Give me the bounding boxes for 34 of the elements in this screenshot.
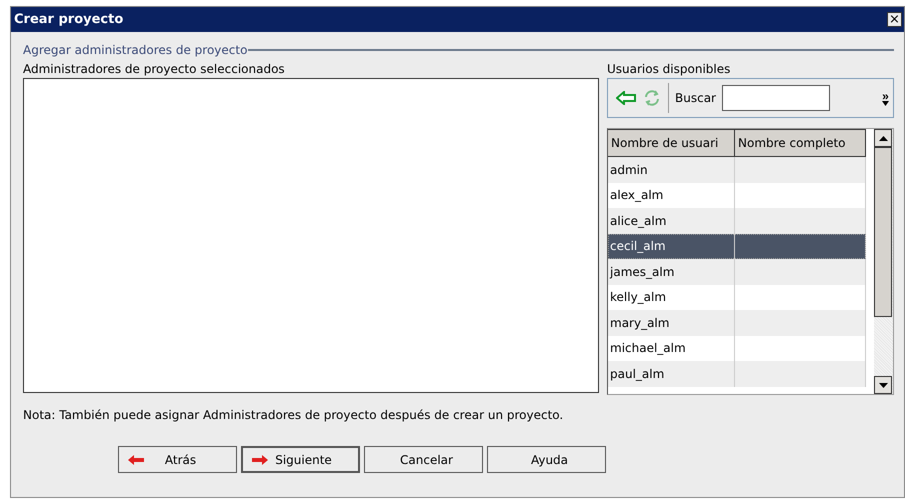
caret-icon	[882, 100, 889, 106]
more-button[interactable]: »	[882, 90, 889, 106]
table-row[interactable]: cecil_alm	[608, 234, 866, 259]
table-row[interactable]: kelly_alm	[608, 284, 866, 310]
search-field[interactable]	[722, 85, 830, 111]
dialog-button[interactable]: Cancelar	[364, 446, 483, 473]
left-arrow-icon	[127, 454, 145, 466]
table-cell: paul_alm	[608, 361, 735, 386]
close-button[interactable]: ×	[887, 12, 902, 27]
scroll-up-button[interactable]	[874, 129, 892, 147]
scrollbar[interactable]	[874, 129, 893, 394]
note-text: Nota: También puede asignar Administradores de proyecto después de crear un proyecto.	[23, 408, 564, 424]
table-row[interactable]: paul_alm	[608, 361, 866, 386]
list-label: Administradores de proyecto seleccionados	[23, 61, 286, 78]
up-triangle-icon	[878, 136, 888, 140]
list-label: Usuarios disponibles	[607, 61, 732, 78]
dialog-button[interactable]: Siguiente	[241, 446, 360, 473]
scroll-down-button[interactable]	[874, 376, 892, 394]
table-row[interactable]: admin	[608, 157, 866, 182]
dialog-button[interactable]: Atrás	[118, 446, 237, 473]
dialog-button[interactable]: Ayuda	[487, 446, 606, 473]
table-row[interactable]: alice_alm	[608, 208, 866, 234]
down-triangle-icon	[878, 382, 888, 388]
section-title: Agregar administradores de proyecto	[23, 43, 248, 57]
left-arrow-icon[interactable]	[616, 91, 636, 105]
search-label: Buscar	[675, 90, 716, 107]
column-header[interactable]: Nombre completo	[735, 129, 866, 156]
right-arrow-icon	[251, 454, 269, 466]
column-header[interactable]: Nombre de usuari	[608, 129, 735, 156]
window-title: Crear proyecto	[14, 12, 124, 27]
table-row[interactable]: mary_alm	[608, 310, 866, 336]
table-row[interactable]: alex_alm	[608, 182, 866, 208]
table-row[interactable]: michael_alm	[608, 336, 866, 361]
table-row[interactable]: james_alm	[608, 259, 866, 284]
